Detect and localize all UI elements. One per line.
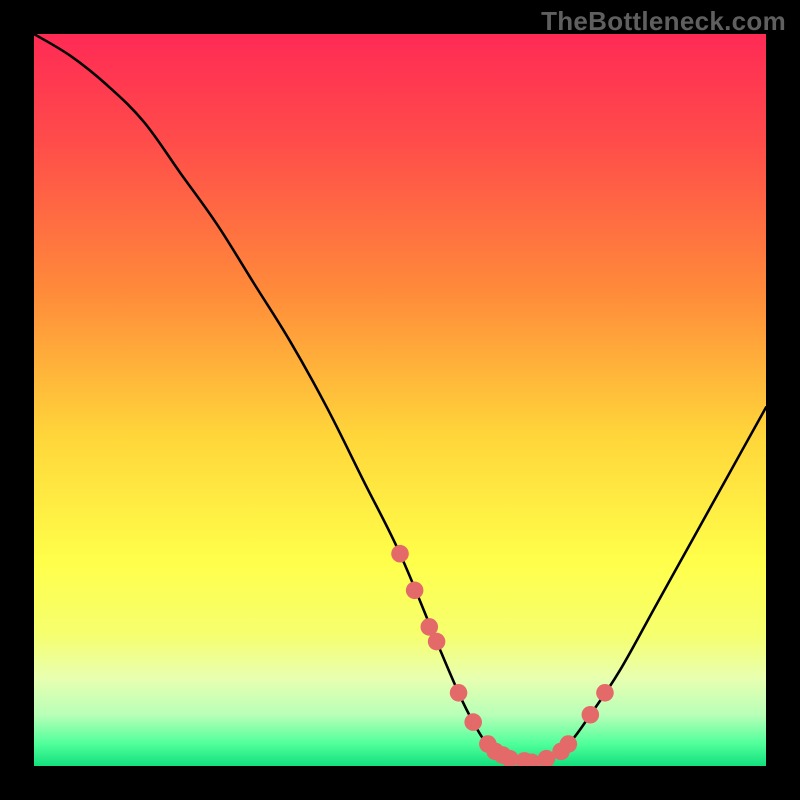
highlight-dot — [391, 545, 409, 563]
gradient-background — [34, 34, 766, 766]
highlight-dot — [464, 713, 482, 731]
highlight-dot — [596, 684, 614, 702]
highlight-dot — [450, 684, 468, 702]
bottleneck-chart-svg — [34, 34, 766, 766]
watermark-text: TheBottleneck.com — [541, 6, 786, 37]
chart-frame: TheBottleneck.com — [0, 0, 800, 800]
highlight-dot — [406, 582, 424, 600]
plot-area — [34, 34, 766, 766]
highlight-dot — [582, 706, 600, 724]
highlight-dot — [428, 633, 446, 651]
highlight-dot — [560, 735, 578, 753]
